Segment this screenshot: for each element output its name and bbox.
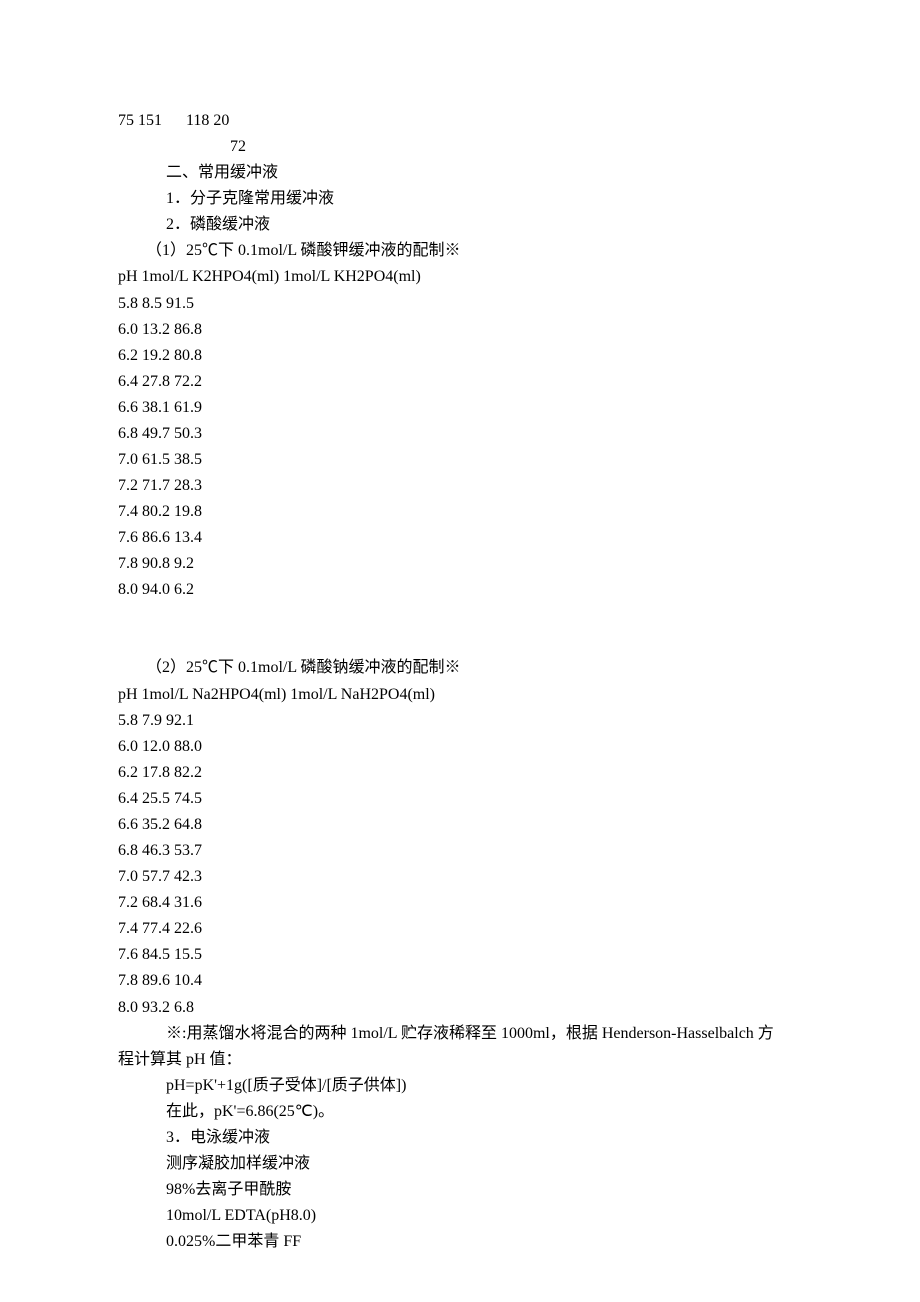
note-line: ※:用蒸馏水将混合的两种 1mol/L 贮存液稀释至 1000ml，根据 Hen… bbox=[0, 1021, 920, 1047]
table-row: 6.8 49.7 50.3 bbox=[0, 421, 920, 447]
text-line: 2．磷酸缓冲液 bbox=[0, 212, 920, 238]
table-row: 6.0 13.2 86.8 bbox=[0, 317, 920, 343]
table-row: 6.6 38.1 61.9 bbox=[0, 395, 920, 421]
table-row: 7.6 86.6 13.4 bbox=[0, 525, 920, 551]
section-heading: 二、常用缓冲液 bbox=[0, 160, 920, 186]
blank-line bbox=[0, 629, 920, 655]
table-header: pH 1mol/L K2HPO4(ml) 1mol/L KH2PO4(ml) bbox=[0, 264, 920, 290]
table-row: 6.0 12.0 88.0 bbox=[0, 734, 920, 760]
text-line: 72 bbox=[0, 134, 920, 160]
table-row: 8.0 94.0 6.2 bbox=[0, 577, 920, 603]
table-row: 7.0 61.5 38.5 bbox=[0, 447, 920, 473]
table-row: 5.8 8.5 91.5 bbox=[0, 291, 920, 317]
table-row: 6.8 46.3 53.7 bbox=[0, 838, 920, 864]
table-row: 6.6 35.2 64.8 bbox=[0, 812, 920, 838]
table-row: 6.4 25.5 74.5 bbox=[0, 786, 920, 812]
text-line: （1）25℃下 0.1mol/L 磷酸钾缓冲液的配制※ bbox=[0, 238, 920, 264]
text-line: 1．分子克隆常用缓冲液 bbox=[0, 186, 920, 212]
formula-line: pH=pK'+1g([质子受体]/[质子供体]) bbox=[0, 1073, 920, 1099]
text-line: 98%去离子甲酰胺 bbox=[0, 1177, 920, 1203]
table-row: 7.2 68.4 31.6 bbox=[0, 890, 920, 916]
text-line: 在此，pK'=6.86(25℃)。 bbox=[0, 1099, 920, 1125]
table-row: 6.2 17.8 82.2 bbox=[0, 760, 920, 786]
text-line: 10mol/L EDTA(pH8.0) bbox=[0, 1203, 920, 1229]
text-line: （2）25℃下 0.1mol/L 磷酸钠缓冲液的配制※ bbox=[0, 655, 920, 681]
table-row: 7.4 80.2 19.8 bbox=[0, 499, 920, 525]
table-header: pH 1mol/L Na2HPO4(ml) 1mol/L NaH2PO4(ml) bbox=[0, 682, 920, 708]
table-row: 6.2 19.2 80.8 bbox=[0, 343, 920, 369]
table-row: 6.4 27.8 72.2 bbox=[0, 369, 920, 395]
text-line: 3．电泳缓冲液 bbox=[0, 1125, 920, 1151]
table-row: 7.8 90.8 9.2 bbox=[0, 551, 920, 577]
text-line: 测序凝胶加样缓冲液 bbox=[0, 1151, 920, 1177]
table-row: 5.8 7.9 92.1 bbox=[0, 708, 920, 734]
document-page: 75 151 118 20 72 二、常用缓冲液 1．分子克隆常用缓冲液 2．磷… bbox=[0, 0, 920, 1255]
table-row: 7.8 89.6 10.4 bbox=[0, 968, 920, 994]
text-line: 75 151 118 20 bbox=[0, 108, 920, 134]
note-line: 程计算其 pH 值： bbox=[0, 1047, 920, 1073]
blank-line bbox=[0, 603, 920, 629]
table-row: 7.4 77.4 22.6 bbox=[0, 916, 920, 942]
table-row: 7.2 71.7 28.3 bbox=[0, 473, 920, 499]
text-line: 0.025%二甲苯青 FF bbox=[0, 1229, 920, 1255]
table-row: 8.0 93.2 6.8 bbox=[0, 995, 920, 1021]
table-row: 7.6 84.5 15.5 bbox=[0, 942, 920, 968]
table-row: 7.0 57.7 42.3 bbox=[0, 864, 920, 890]
